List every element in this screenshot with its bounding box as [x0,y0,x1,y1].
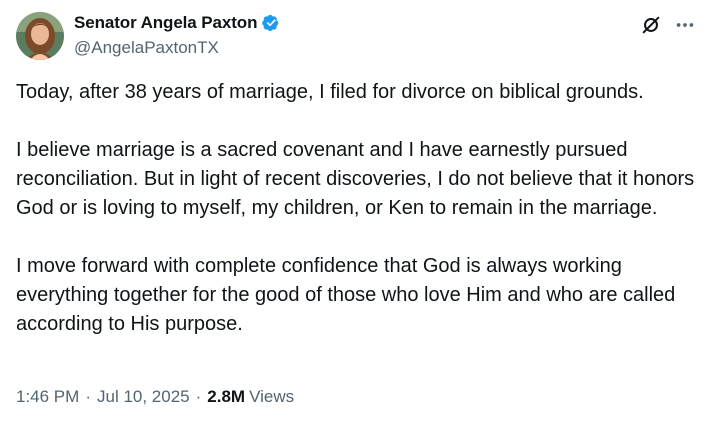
top-actions [640,14,696,36]
separator-dot: · [85,387,91,406]
avatar-photo [16,12,64,60]
author-block: Senator Angela Paxton @AngelaPaxtonTX [74,12,280,58]
verified-badge-icon[interactable] [260,13,280,33]
separator-dot: · [195,387,202,406]
views-label: Views [249,387,295,406]
display-name[interactable]: Senator Angela Paxton [74,13,257,33]
views-count[interactable]: 2.8M [207,387,245,407]
tweet-meta: 1:46 PM · Jul 10, 2025 · 2.8M Views [16,387,294,407]
handle[interactable]: @AngelaPaxtonTX [74,38,280,58]
tweet-paragraph: I believe marriage is a sacred covenant … [16,139,695,219]
more-options-icon[interactable] [674,14,696,36]
timestamp-time[interactable]: 1:46 PM [16,387,79,407]
tweet-card: Senator Angela Paxton @AngelaPaxtonTX To… [0,0,710,424]
grok-icon[interactable] [640,14,662,36]
tweet-paragraph: Today, after 38 years of marriage, I fil… [16,81,644,103]
name-row: Senator Angela Paxton [74,12,280,34]
tweet-text: Today, after 38 years of marriage, I fil… [16,78,696,339]
timestamp-date[interactable]: Jul 10, 2025 [97,387,190,407]
avatar[interactable] [16,12,64,60]
tweet-paragraph: I move forward with complete confidence … [16,255,676,335]
